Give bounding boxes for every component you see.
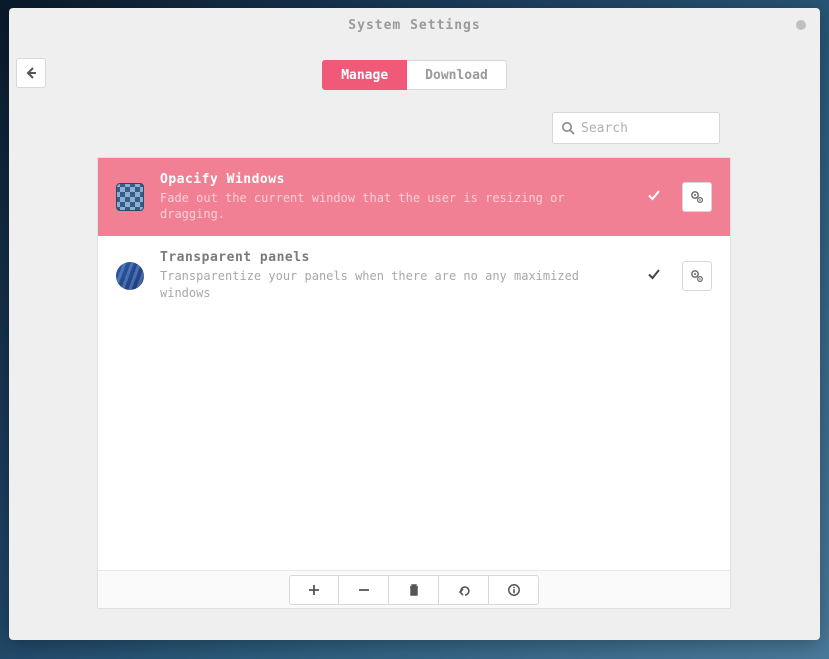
check-icon: [646, 266, 662, 282]
add-button[interactable]: [289, 575, 339, 605]
search-box[interactable]: [552, 112, 720, 144]
extensions-list: Opacify Windows Fade out the current win…: [97, 157, 731, 609]
toolbar-group: [289, 575, 539, 605]
list-item-text: Opacify Windows Fade out the current win…: [160, 172, 630, 222]
remove-button[interactable]: [339, 575, 389, 605]
extension-description: Fade out the current window that the use…: [160, 190, 630, 222]
tab-download[interactable]: Download: [407, 60, 507, 90]
extension-title: Transparent panels: [160, 250, 630, 265]
gear-icon: [690, 269, 704, 283]
tab-bar: Manage Download: [9, 60, 820, 90]
settings-window: System Settings Manage Download Opacify …: [9, 8, 820, 640]
enabled-check[interactable]: [646, 187, 666, 207]
extension-title: Opacify Windows: [160, 172, 630, 187]
titlebar: System Settings: [9, 8, 820, 42]
enabled-check[interactable]: [646, 266, 666, 286]
plus-icon: [307, 583, 321, 597]
back-button[interactable]: [16, 58, 46, 88]
extension-description: Transparentize your panels when there ar…: [160, 268, 630, 300]
settings-button[interactable]: [682, 182, 712, 212]
info-button[interactable]: [489, 575, 539, 605]
list-empty-area: [98, 315, 730, 570]
list-toolbar: [98, 570, 730, 608]
arrow-left-icon: [24, 66, 38, 80]
settings-button[interactable]: [682, 261, 712, 291]
check-icon: [646, 187, 662, 203]
search-input[interactable]: [581, 121, 711, 136]
minus-icon: [357, 583, 371, 597]
list-item-text: Transparent panels Transparentize your p…: [160, 250, 630, 300]
undo-icon: [457, 583, 471, 597]
extension-icon: [116, 262, 144, 290]
delete-button[interactable]: [389, 575, 439, 605]
gear-icon: [690, 190, 704, 204]
list-item[interactable]: Transparent panels Transparentize your p…: [98, 236, 730, 314]
info-icon: [507, 583, 521, 597]
list-item[interactable]: Opacify Windows Fade out the current win…: [98, 158, 730, 236]
undo-button[interactable]: [439, 575, 489, 605]
close-icon[interactable]: [796, 20, 806, 30]
extension-icon: [116, 183, 144, 211]
window-title: System Settings: [348, 18, 480, 33]
search-icon: [561, 121, 575, 135]
trash-icon: [407, 583, 421, 597]
tab-manage[interactable]: Manage: [322, 60, 407, 90]
